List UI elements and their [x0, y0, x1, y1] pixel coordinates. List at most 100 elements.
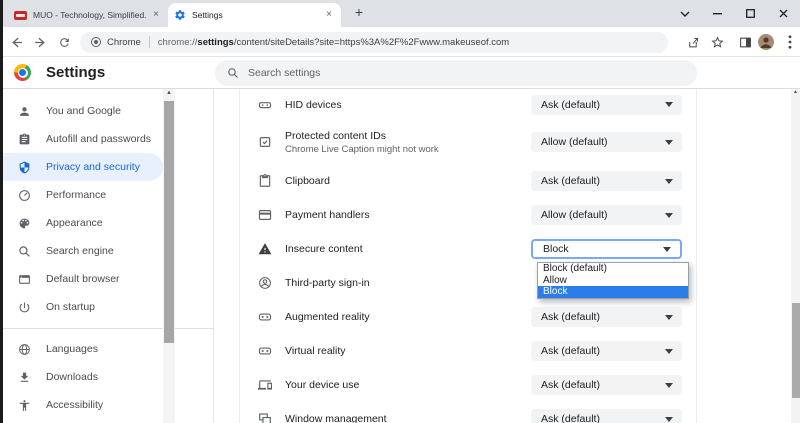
scroll-up-icon[interactable]: ▲ [163, 90, 175, 96]
sidebar-item-label: Languages [46, 343, 98, 355]
tab-search-chevron-icon[interactable] [668, 0, 701, 27]
close-window-icon[interactable] [767, 0, 800, 27]
sidebar-item-appearance[interactable]: Appearance [0, 209, 163, 237]
permission-dropdown[interactable]: Ask (default) [531, 409, 682, 423]
permission-dropdown[interactable]: Ask (default) [531, 307, 682, 327]
search-placeholder: Search settings [248, 67, 320, 79]
tab-settings[interactable]: Settings × [168, 3, 341, 27]
kebab-menu-icon[interactable] [781, 33, 799, 51]
dropdown-value: Ask (default) [541, 413, 600, 423]
permission-dropdown-focused[interactable]: Block [531, 239, 682, 259]
sidebar-item-autofill[interactable]: Autofill and passwords [0, 125, 163, 153]
scroll-up-icon[interactable]: ▲ [791, 89, 800, 95]
close-tab-icon[interactable]: × [150, 9, 162, 21]
side-panel-icon[interactable] [736, 33, 754, 51]
dropdown-value: Ask (default) [541, 175, 600, 187]
sidebar-item-you-and-google[interactable]: You and Google [0, 97, 163, 125]
url-text: chrome://settings/content/siteDetails?si… [158, 37, 509, 48]
account-circle-icon [258, 276, 272, 290]
sidebar-item-accessibility[interactable]: Accessibility [0, 391, 163, 419]
sidebar-item-performance[interactable]: Performance [0, 181, 163, 209]
dropdown-value: Ask (default) [541, 345, 600, 357]
dropdown-value: Ask (default) [541, 311, 600, 323]
url-bar[interactable]: Chrome chrome://settings/content/siteDet… [80, 32, 668, 53]
sidebar-item-downloads[interactable]: Downloads [0, 363, 163, 391]
permission-label: Protected content IDs [285, 130, 439, 142]
sidebar-item-label: You and Google [46, 105, 121, 117]
dropdown-value: Block [543, 243, 569, 255]
sidebar-item-on-startup[interactable]: On startup [0, 293, 163, 321]
sidebar-item-label: Search engine [46, 245, 114, 257]
sidebar-item-default-browser[interactable]: Default browser [0, 265, 163, 293]
sidebar-scrollbar[interactable]: ▲ [163, 89, 175, 423]
hid-devices-icon [258, 98, 272, 112]
chevron-down-icon [665, 140, 673, 145]
dropdown-option-block[interactable]: Block [538, 286, 688, 298]
shield-icon [18, 161, 31, 174]
forward-icon[interactable] [31, 33, 49, 51]
dropdown-value: Allow (default) [541, 209, 608, 221]
dropdown-option-block-default[interactable]: Block (default) [538, 263, 688, 275]
download-icon [18, 371, 31, 384]
window-edge [0, 0, 3, 423]
ar-headset-icon [258, 310, 272, 324]
tab-muo[interactable]: MUO - Technology, Simplified. × [10, 3, 166, 27]
magnifier-icon [18, 245, 31, 258]
dropdown-value: Allow (default) [541, 136, 608, 148]
maximize-icon[interactable] [734, 0, 767, 27]
close-tab-icon[interactable]: × [323, 9, 335, 21]
windows-icon [258, 412, 272, 423]
share-icon[interactable] [684, 33, 702, 51]
chevron-down-icon [665, 315, 673, 320]
permission-label: HID devices [285, 99, 342, 111]
dropdown-value: Ask (default) [541, 379, 600, 391]
gear-icon [174, 9, 186, 21]
permission-row-augmented-reality: Augmented reality Ask (default) [240, 300, 696, 334]
tab-title: MUO - Technology, Simplified. [33, 10, 150, 20]
search-icon [227, 67, 239, 79]
sidebar-divider [0, 328, 213, 329]
permission-label: Insecure content [285, 243, 363, 255]
sidebar-item-label: Performance [46, 189, 106, 201]
permission-dropdown[interactable]: Allow (default) [531, 205, 682, 225]
permission-row-your-device-use: Your device use Ask (default) [240, 368, 696, 402]
permission-dropdown[interactable]: Ask (default) [531, 95, 682, 115]
permission-label: Window management [285, 413, 387, 423]
back-icon[interactable] [7, 33, 25, 51]
profile-avatar[interactable] [757, 33, 775, 51]
bookmark-star-icon[interactable] [708, 33, 726, 51]
new-tab-button[interactable]: + [350, 4, 368, 22]
permission-sublabel: Chrome Live Caption might not work [285, 144, 439, 155]
permission-dropdown[interactable]: Ask (default) [531, 171, 682, 191]
sidebar-item-search-engine[interactable]: Search engine [0, 237, 163, 265]
reload-icon[interactable] [55, 33, 73, 51]
clipboard-list-icon [18, 133, 31, 146]
permission-row-insecure-content: Insecure content Block [240, 232, 696, 266]
chevron-down-icon [665, 417, 673, 422]
palette-icon [18, 217, 31, 230]
sidebar-item-privacy-and-security[interactable]: Privacy and security [0, 153, 163, 181]
permission-dropdown[interactable]: Ask (default) [531, 375, 682, 395]
scrollbar-thumb[interactable] [164, 101, 174, 343]
permission-dropdown[interactable]: Allow (default) [531, 132, 682, 152]
dropdown-option-allow[interactable]: Allow [538, 275, 688, 287]
dropdown-menu: Block (default) Allow Block [537, 262, 689, 299]
warning-icon [258, 242, 272, 256]
minimize-icon[interactable] [701, 0, 734, 27]
site-chip-label: Chrome [107, 37, 141, 48]
muo-logo-icon [14, 11, 27, 20]
sidebar-item-label: Appearance [46, 217, 103, 229]
sidebar-item-label: Default browser [46, 273, 120, 285]
vr-headset-icon [258, 344, 272, 358]
page-scrollbar[interactable]: ▲ [791, 89, 800, 423]
permission-dropdown[interactable]: Ask (default) [531, 341, 682, 361]
dropdown-value: Ask (default) [541, 99, 600, 111]
scrollbar-thumb[interactable] [792, 303, 800, 398]
devices-icon [258, 378, 272, 392]
settings-search-input[interactable]: Search settings [215, 60, 697, 86]
sidebar-item-label: Privacy and security [46, 161, 140, 173]
sidebar-item-languages[interactable]: Languages [0, 335, 163, 363]
chevron-down-icon [665, 383, 673, 388]
power-icon [18, 301, 31, 314]
tab-title: Settings [192, 10, 323, 20]
